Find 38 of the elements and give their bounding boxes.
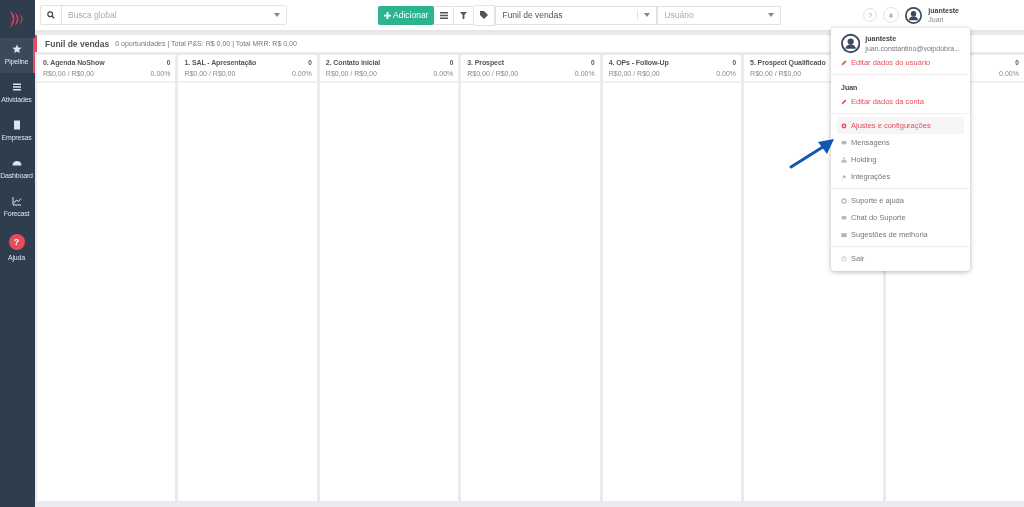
filter-button[interactable]	[454, 5, 475, 25]
star-icon	[11, 44, 22, 54]
add-button[interactable]: Adicionar	[378, 5, 435, 25]
power-icon	[841, 255, 847, 262]
avatar-icon	[905, 6, 923, 24]
list-icon	[11, 82, 22, 92]
sitemap-icon	[841, 156, 847, 163]
plug-icon	[841, 173, 847, 180]
user-select[interactable]: Usuário	[658, 10, 763, 20]
search-icon	[47, 11, 55, 19]
filter-icon	[460, 11, 468, 19]
pencil-icon	[841, 98, 847, 105]
caret-icon	[768, 13, 775, 17]
plus-icon	[384, 11, 391, 19]
lifebuoy-icon	[841, 197, 847, 204]
funnel-dropdown[interactable]: Funil de vendas	[495, 5, 658, 25]
pointer-arrow	[788, 137, 836, 170]
gauge-icon	[11, 158, 22, 168]
user-dropdown[interactable]: Usuário	[657, 5, 782, 25]
chat-icon	[841, 214, 847, 221]
funnel-title: Funil de vendas	[45, 38, 110, 49]
gear-icon	[841, 122, 847, 129]
tag-icon	[480, 11, 489, 19]
pencil-icon	[841, 59, 847, 66]
caret-icon	[274, 13, 280, 17]
avatar-icon	[841, 33, 861, 54]
bell-icon	[888, 12, 895, 18]
list-view-button[interactable]	[434, 5, 455, 25]
funnel-select[interactable]: Funil de vendas	[496, 10, 639, 20]
line-chart-icon	[11, 196, 22, 206]
help-icon: ?	[8, 234, 25, 250]
search-field[interactable]: Busca global	[62, 10, 268, 20]
chat-icon	[841, 139, 847, 146]
list-icon	[841, 231, 847, 238]
caret-icon	[644, 13, 651, 17]
list-icon	[439, 11, 448, 19]
search-box[interactable]: Busca global	[40, 5, 287, 25]
building-icon	[11, 120, 22, 130]
